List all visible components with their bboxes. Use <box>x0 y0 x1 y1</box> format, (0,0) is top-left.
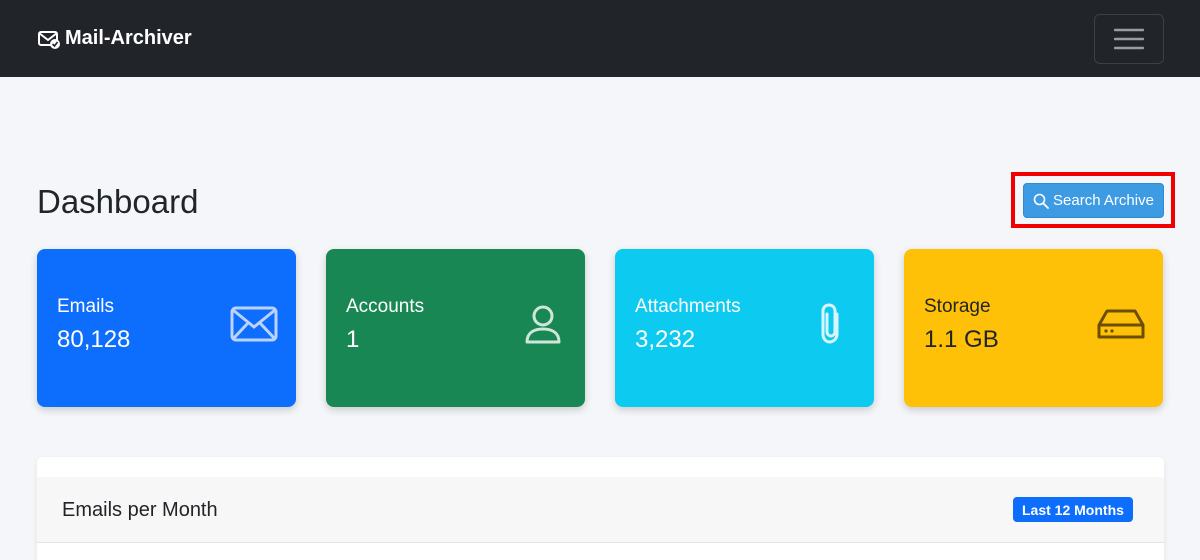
brand-name: Mail-Archiver <box>65 27 192 49</box>
person-icon <box>519 304 567 344</box>
envelope-check-icon <box>37 28 61 50</box>
page-title: Dashboard <box>37 183 199 220</box>
paperclip-icon <box>808 303 856 344</box>
stat-value: 3,232 <box>635 326 696 353</box>
stat-card-storage[interactable]: Storage 1.1 GB <box>904 249 1163 407</box>
stat-label: Accounts <box>346 296 425 317</box>
stat-value: 80,128 <box>57 326 131 353</box>
stat-label: Attachments <box>635 296 741 317</box>
stat-label: Storage <box>924 296 991 317</box>
stat-card-accounts[interactable]: Accounts 1 <box>326 249 585 407</box>
hamburger-menu-icon <box>1114 27 1144 51</box>
stat-value: 1.1 GB <box>924 326 999 353</box>
envelope-icon <box>230 304 278 344</box>
emails-per-month-panel: Emails per Month Last 12 Months <box>37 457 1164 560</box>
hdd-icon <box>1097 304 1145 344</box>
menu-toggle-button[interactable] <box>1094 14 1164 64</box>
top-navbar: Mail-Archiver <box>0 0 1200 77</box>
stat-card-emails[interactable]: Emails 80,128 <box>37 249 296 407</box>
brand-link[interactable]: Mail-Archiver <box>37 27 192 50</box>
stat-label: Emails <box>57 296 115 317</box>
panel-header: Emails per Month Last 12 Months <box>37 477 1164 543</box>
range-badge: Last 12 Months <box>1013 497 1133 522</box>
stat-value: 1 <box>346 326 360 353</box>
stat-card-attachments[interactable]: Attachments 3,232 <box>615 249 874 407</box>
search-icon <box>1033 193 1049 209</box>
search-archive-label: Search Archive <box>1053 192 1154 209</box>
search-archive-button[interactable]: Search Archive <box>1023 183 1164 218</box>
panel-title: Emails per Month <box>62 499 218 521</box>
